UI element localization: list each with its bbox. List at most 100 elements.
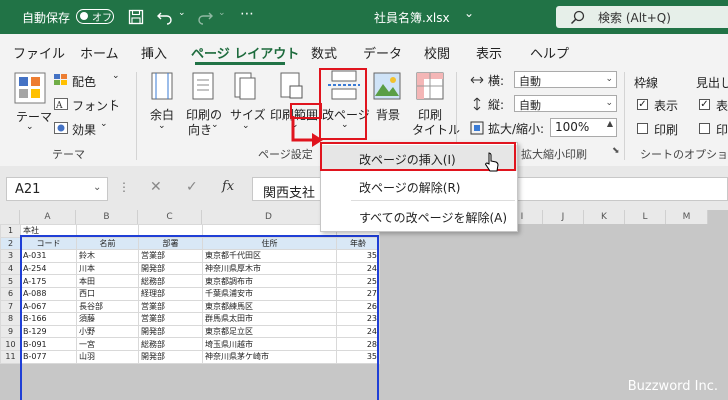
table-cell[interactable]: 川本 xyxy=(76,261,139,276)
table-cell[interactable]: A-088 xyxy=(20,286,77,301)
table-cell[interactable]: 24 xyxy=(336,261,380,276)
name-box[interactable]: A21 ⌄ xyxy=(6,177,108,201)
table-cell[interactable]: 開発部 xyxy=(138,349,203,364)
table-cell[interactable]: 27 xyxy=(336,286,380,301)
effects-button[interactable]: 効果 xyxy=(72,121,96,138)
table-cell[interactable]: 長谷部 xyxy=(76,299,139,314)
table-cell[interactable]: 東京都千代田区 xyxy=(202,249,337,263)
select-all-corner[interactable] xyxy=(0,210,20,224)
table-cell[interactable]: A-175 xyxy=(20,274,77,288)
tab-file[interactable]: ファイル xyxy=(13,43,65,62)
margins-dropdown-icon[interactable]: ⌄ xyxy=(158,121,166,131)
undo-dropdown-icon[interactable]: ⌄ xyxy=(178,8,186,18)
effects-dropdown-icon[interactable]: ⌄ xyxy=(100,119,108,129)
table-cell[interactable]: 須藤 xyxy=(76,312,139,326)
gridlines-print-checkbox[interactable] xyxy=(637,123,648,134)
orientation-icon[interactable] xyxy=(192,72,214,100)
background-button[interactable]: 背景 xyxy=(376,106,400,123)
table-cell[interactable]: 総務部 xyxy=(138,274,203,288)
column-header-d[interactable]: D xyxy=(202,210,336,224)
row-header[interactable]: 9 xyxy=(0,324,21,339)
table-cell[interactable]: 開発部 xyxy=(138,324,203,339)
row-header[interactable]: 6 xyxy=(0,286,21,301)
table-cell[interactable]: 25 xyxy=(336,274,380,288)
tab-formulas[interactable]: 数式 xyxy=(311,43,337,62)
table-cell[interactable]: 営業部 xyxy=(138,249,203,263)
enter-icon[interactable]: ✓ xyxy=(186,179,198,195)
table-cell[interactable]: 35 xyxy=(336,349,380,364)
tab-review[interactable]: 校閲 xyxy=(424,43,450,62)
column-header-b[interactable]: B xyxy=(76,210,138,224)
table-header-cell[interactable]: 住所 xyxy=(202,236,337,251)
column-header-m[interactable]: M xyxy=(666,210,708,224)
table-cell[interactable]: 東京都足立区 xyxy=(202,324,337,339)
size-icon[interactable] xyxy=(234,72,256,100)
table-cell[interactable]: 営業部 xyxy=(138,299,203,314)
table-cell[interactable]: 埼玉県川越市 xyxy=(202,337,337,351)
table-cell[interactable]: 一宮 xyxy=(76,337,139,351)
tab-view[interactable]: 表示 xyxy=(476,43,502,62)
table-cell[interactable]: A-031 xyxy=(20,249,77,263)
table-header-cell[interactable]: 部署 xyxy=(138,236,203,251)
colors-button[interactable]: 配色 xyxy=(72,73,96,90)
save-icon[interactable] xyxy=(128,9,144,25)
print-titles-icon[interactable] xyxy=(416,72,444,100)
table-cell[interactable]: 神奈川県厚木市 xyxy=(202,261,337,276)
column-header-j[interactable]: J xyxy=(543,210,584,224)
row-header[interactable]: 10 xyxy=(0,337,21,351)
table-header-cell[interactable]: 名前 xyxy=(76,236,139,251)
print-titles-label-2[interactable]: タイトル xyxy=(412,121,460,138)
table-cell[interactable]: 営業部 xyxy=(138,312,203,326)
colors-dropdown-icon[interactable]: ⌄ xyxy=(112,71,120,81)
table-cell[interactable] xyxy=(76,224,139,238)
fonts-dropdown-icon[interactable]: ⌄ xyxy=(110,95,118,105)
row-header[interactable]: 7 xyxy=(0,299,21,314)
table-cell[interactable]: 総務部 xyxy=(138,337,203,351)
table-cell[interactable]: 東京都練馬区 xyxy=(202,299,337,314)
row-header[interactable]: 11 xyxy=(0,349,21,364)
file-name-chevron-icon[interactable]: ⌄ xyxy=(464,6,474,20)
insert-function-icon[interactable]: fx xyxy=(222,179,234,194)
tab-page-layout[interactable]: ページ レイアウト xyxy=(191,43,299,62)
search-box[interactable]: 検索 (Alt+Q) xyxy=(556,6,728,28)
row-header[interactable]: 3 xyxy=(0,249,21,263)
themes-button[interactable]: テーマ xyxy=(16,108,52,125)
menu-item-remove-break[interactable]: 改ページの解除(R) xyxy=(321,173,517,199)
scale-input[interactable]: 100% ▲ xyxy=(550,118,617,137)
table-cell[interactable]: 西口 xyxy=(76,286,139,301)
table-cell[interactable]: B-077 xyxy=(20,349,77,364)
headings-view-checkbox[interactable]: ✓ xyxy=(699,99,710,110)
size-dropdown-icon[interactable]: ⌄ xyxy=(242,121,250,131)
themes-dropdown-icon[interactable]: ⌄ xyxy=(26,122,34,132)
tab-home[interactable]: ホーム xyxy=(80,43,119,62)
more-options-icon[interactable]: ⋮ xyxy=(118,180,130,194)
tab-help[interactable]: ヘルプ xyxy=(530,43,569,62)
table-cell[interactable]: 千葉県浦安市 xyxy=(202,286,337,301)
table-cell[interactable]: 山羽 xyxy=(76,349,139,364)
orientation-label-2[interactable]: 向き xyxy=(188,121,212,138)
scale-launcher-icon[interactable]: ⬊ xyxy=(612,146,620,156)
row-header[interactable]: 8 xyxy=(0,312,21,326)
cancel-icon[interactable]: ✕ xyxy=(150,179,162,195)
table-cell[interactable]: A-254 xyxy=(20,261,77,276)
print-area-icon[interactable] xyxy=(280,72,304,100)
table-cell[interactable]: 群馬県太田市 xyxy=(202,312,337,326)
column-header-a[interactable]: A xyxy=(20,210,76,224)
height-select[interactable]: 自動 ⌄ xyxy=(514,95,617,112)
table-cell[interactable]: A-067 xyxy=(20,299,77,314)
chevron-down-icon[interactable]: ⌄ xyxy=(93,182,101,193)
table-cell[interactable]: 28 xyxy=(336,337,380,351)
file-name[interactable]: 社員名簿.xlsx xyxy=(374,9,450,26)
table-cell[interactable]: 神奈川県茅ケ崎市 xyxy=(202,349,337,364)
themes-icon[interactable] xyxy=(14,72,46,104)
table-cell[interactable]: 鈴木 xyxy=(76,249,139,263)
undo-icon[interactable] xyxy=(156,9,174,25)
autosave-toggle[interactable]: オフ xyxy=(76,9,114,24)
tab-insert[interactable]: 挿入 xyxy=(141,43,167,62)
table-cell[interactable]: 本田 xyxy=(76,274,139,288)
column-header-l[interactable]: L xyxy=(625,210,666,224)
column-header-k[interactable]: K xyxy=(584,210,625,224)
table-cell[interactable]: 経理部 xyxy=(138,286,203,301)
table-cell[interactable]: B-091 xyxy=(20,337,77,351)
title-cell[interactable]: 本社 xyxy=(20,224,77,238)
